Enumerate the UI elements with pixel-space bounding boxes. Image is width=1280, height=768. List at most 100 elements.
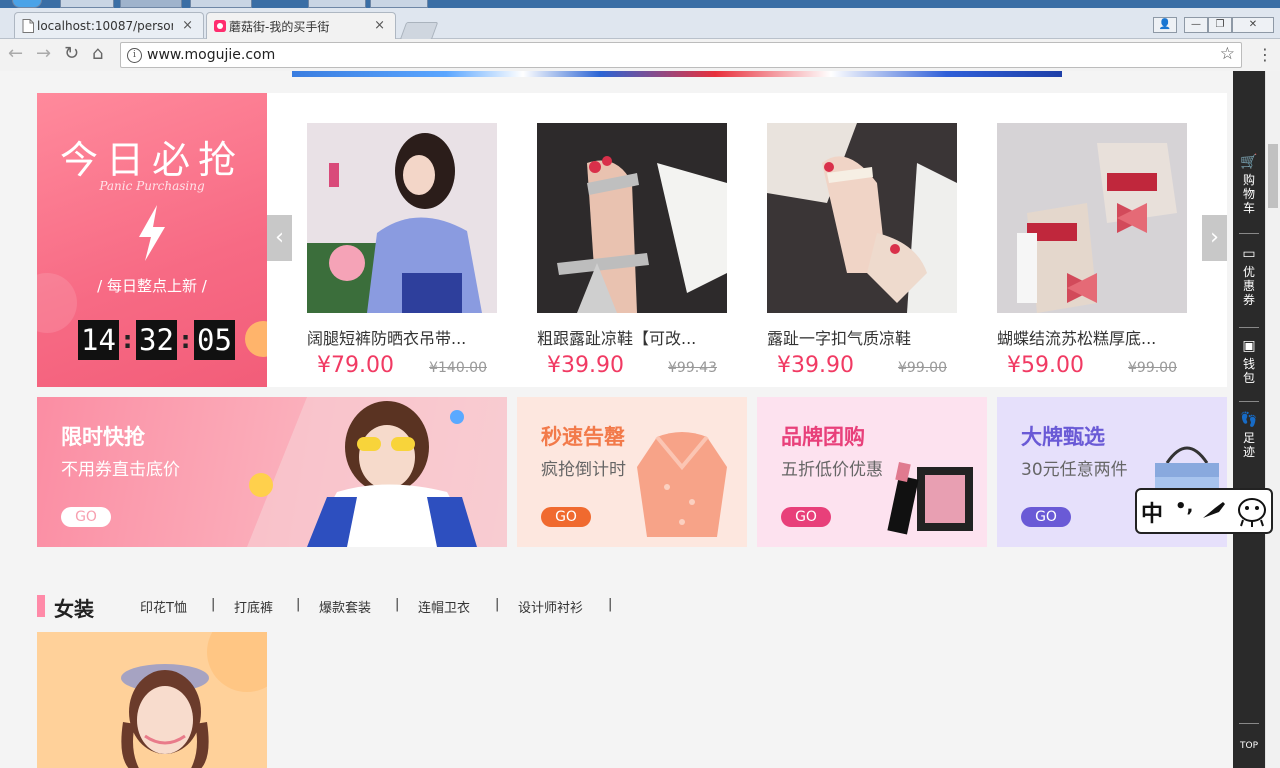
category-link[interactable]: 打底裤 [234,597,273,616]
category-separator: | [395,597,400,612]
category-marker [37,595,45,617]
home-button[interactable]: ⌂ [92,44,103,64]
ime-mascot-icon[interactable] [1235,496,1269,528]
category-link[interactable]: 印花T恤 [140,597,187,616]
product-image[interactable] [767,123,957,313]
mogujie-logo-icon [214,20,226,32]
scrollbar[interactable] [1265,71,1280,768]
product-name[interactable]: 粗跟露趾凉鞋【可改... [537,325,727,349]
back-to-top-button[interactable]: TOP [1233,739,1265,753]
taskbar-item[interactable] [308,0,366,8]
countdown-hours: 14 [78,320,119,360]
product-original-price: ¥99.00 [898,360,947,376]
sidebar-item-label: 优惠券 [1242,265,1255,307]
ime-tools-icon[interactable] [1201,500,1227,522]
sidebar-item-label: 钱包 [1242,357,1255,385]
sidebar-item-coupon[interactable]: ▭ 优惠券 [1233,247,1265,307]
forward-button[interactable]: → [36,44,51,64]
tab-label: localhost:10087/persor [37,18,173,33]
ime-punctuation[interactable]: •, [1175,496,1193,517]
tab-label: 蘑菇街-我的买手街 [229,19,330,34]
promo-subtitle: 五折低价优惠 [781,460,883,480]
product-image[interactable] [307,123,497,313]
menu-icon[interactable]: ⋮ [1257,45,1273,64]
user-icon[interactable]: 👤 [1153,17,1177,33]
countdown-separator: : [122,326,133,354]
product-name[interactable]: 蝴蝶结流苏松糕厚底... [997,325,1187,349]
promo-title: 品牌团购 [781,425,865,449]
category-model-image [37,632,267,768]
divider [1239,327,1259,328]
category-separator: | [608,597,613,612]
back-button[interactable]: ← [8,44,23,64]
close-window-button[interactable]: ✕ [1232,17,1274,33]
taskbar-item[interactable] [190,0,252,8]
category-title: 女装 [54,597,94,621]
close-tab-icon[interactable]: × [182,18,193,33]
wallet-icon: ▣ [1242,338,1256,354]
scrollbar-thumb[interactable] [1268,144,1278,208]
promo-card-sellout[interactable]: 秒速告罄 疯抢倒计时 GO [517,397,747,547]
new-tab-button[interactable] [399,22,439,40]
taskbar-item[interactable] [60,0,114,8]
lightning-bolt-icon [139,205,165,261]
countdown-separator: : [180,326,191,354]
category-separator: | [211,597,216,612]
carousel-next-button[interactable]: › [1202,215,1227,261]
tab-mogujie[interactable]: 蘑菇街-我的买手街 × [206,12,396,39]
sidebar-item-wallet[interactable]: ▣ 钱包 [1233,339,1265,385]
url-text[interactable]: www.mogujie.com [147,47,275,63]
countdown-seconds: 05 [194,320,235,360]
product-card[interactable]: 粗跟露趾凉鞋【可改... ¥39.90 ¥99.43 [537,123,727,383]
sidebar-item-label: 购物车 [1242,173,1255,215]
category-link[interactable]: 连帽卫衣 [418,597,470,616]
category-link[interactable]: 爆款套装 [319,597,371,616]
product-price: ¥79.00 [317,353,394,378]
promo-go-button[interactable]: GO [541,507,591,527]
promo-title: 限时快抢 [61,425,145,449]
start-orb-icon[interactable] [12,0,42,8]
restore-button[interactable]: ❐ [1208,17,1232,33]
product-card[interactable]: 蝴蝶结流苏松糕厚底... ¥59.00 ¥99.00 [997,123,1187,383]
product-name[interactable]: 露趾一字扣气质凉鞋 [767,325,957,349]
sidebar-item-label: 足迹 [1242,431,1255,459]
tab-localhost[interactable]: localhost:10087/persor × [14,12,204,38]
category-banner[interactable] [37,632,267,768]
promo-card-flash[interactable]: 限时快抢 不用券直击底价 GO [37,397,507,547]
tab-bar: localhost:10087/persor × 蘑菇街-我的买手街 × 👤 —… [0,8,1280,40]
promo-go-button[interactable]: GO [1021,507,1071,527]
ime-toolbar[interactable]: 中 •, [1135,488,1273,534]
product-price: ¥39.90 [777,353,854,378]
promo-title: 秒速告罄 [541,425,625,449]
toolbar-sidebar: 🛒 购物车 ▭ 优惠券 ▣ 钱包 👣 足迹 TOP [1233,71,1265,768]
reload-button[interactable]: ↻ [64,44,79,64]
category-link[interactable]: 设计师衬衫 [518,597,583,616]
taskbar-item[interactable] [370,0,428,8]
minimize-button[interactable]: — [1184,17,1208,33]
info-icon[interactable]: i [127,48,142,63]
flash-sale-panel: 今日必抢 Panic Purchasing / 每日整点上新 / 14 : 32… [37,93,1227,387]
address-bar[interactable]: i www.mogujie.com ☆ [120,42,1242,68]
product-card[interactable]: 露趾一字扣气质凉鞋 ¥39.90 ¥99.00 [767,123,957,383]
promo-go-button[interactable]: GO [61,507,111,527]
sidebar-item-cart[interactable]: 🛒 购物车 [1233,155,1265,215]
product-name[interactable]: 阔腿短裤防晒衣吊带... [307,325,497,349]
carousel-prev-button[interactable]: ‹ [267,215,292,261]
close-tab-icon[interactable]: × [374,18,385,33]
promo-subtitle: 疯抢倒计时 [541,460,626,480]
product-image[interactable] [537,123,727,313]
product-card[interactable]: 阔腿短裤防晒衣吊带... ¥79.00 ¥140.00 [307,123,497,383]
footprint-icon: 👣 [1240,412,1258,428]
promo-go-button[interactable]: GO [781,507,831,527]
ime-mode[interactable]: 中 [1141,496,1163,528]
flash-sale-promo[interactable]: 今日必抢 Panic Purchasing / 每日整点上新 / 14 : 32… [37,93,267,387]
bookmark-star-icon[interactable]: ☆ [1220,44,1235,64]
cart-icon: 🛒 [1240,154,1258,170]
promo-card-group-buy[interactable]: 品牌团购 五折低价优惠 GO [757,397,987,547]
divider [1239,401,1259,402]
product-image[interactable] [997,123,1187,313]
taskbar-item[interactable] [120,0,182,8]
flash-sale-subtitle: Panic Purchasing [99,179,205,193]
sidebar-item-footprint[interactable]: 👣 足迹 [1233,413,1265,459]
banner-image[interactable] [292,71,1062,77]
